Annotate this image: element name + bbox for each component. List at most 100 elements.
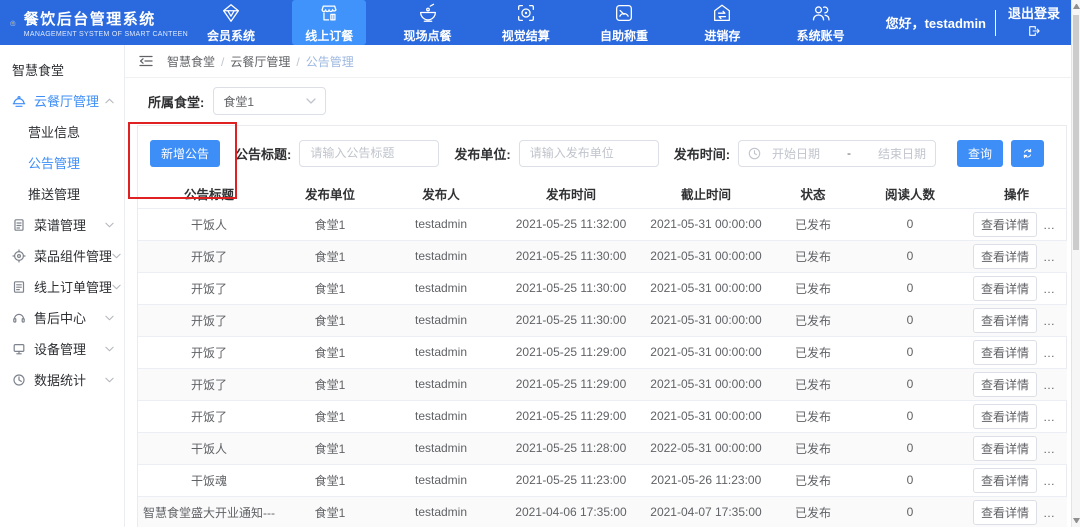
cell-status: 已发布 [772, 208, 854, 240]
chevron-down-icon [112, 253, 121, 259]
column-header-4: 截止时间 [640, 180, 772, 208]
cell-title: 干饭人 [138, 208, 280, 240]
sidebar-item-smart-canteen[interactable]: 智慧食堂 [0, 54, 124, 85]
cell-publisher: testadmin [380, 368, 502, 400]
cell-read-count: 0 [854, 368, 966, 400]
cell-publisher: testadmin [380, 208, 502, 240]
cell-title: 开饭了 [138, 400, 280, 432]
cell-deadline: 2021-05-31 00:00:00 [640, 336, 772, 368]
sidebar-item-device[interactable]: 设备管理 [0, 333, 124, 364]
cell-actions: 查看详情关闭 [966, 336, 1067, 368]
breadcrumb-item-1[interactable]: 云餐厅管理 [230, 55, 290, 69]
nav-item-label: 现场点餐 [404, 27, 452, 44]
users-icon [810, 2, 832, 24]
sidebar-item-business-info[interactable]: 营业信息 [0, 116, 124, 147]
canteen-select[interactable]: 食堂1 [213, 87, 326, 115]
unit-filter-input[interactable] [519, 140, 659, 167]
aftersales-icon [12, 311, 26, 325]
cell-title: 干饭魂 [138, 464, 280, 496]
logout-label: 退出登录 [1008, 6, 1060, 21]
view-detail-button[interactable]: 查看详情 [973, 212, 1037, 237]
nav-item-vision-checkout[interactable]: 视觉结算 [489, 0, 563, 45]
cell-unit: 食堂1 [280, 464, 380, 496]
refresh-button[interactable] [1011, 140, 1044, 167]
cell-actions: 查看详情关闭 [966, 464, 1067, 496]
cell-title: 开饭了 [138, 304, 280, 336]
sidebar-item-push[interactable]: 推送管理 [0, 178, 124, 209]
table-row: 开饭了食堂1testadmin2021-05-25 11:30:002021-0… [138, 272, 1067, 304]
view-detail-button[interactable]: 查看详情 [973, 500, 1037, 525]
cell-read-count: 0 [854, 272, 966, 304]
table-row: 开饭了食堂1testadmin2021-05-25 11:29:002021-0… [138, 368, 1067, 400]
nav-item-label: 视觉结算 [502, 27, 550, 44]
header-divider [995, 10, 996, 36]
chevron-up-icon [105, 98, 114, 104]
view-detail-button[interactable]: 查看详情 [973, 308, 1037, 333]
doc-icon [12, 218, 26, 232]
view-detail-button[interactable]: 查看详情 [973, 372, 1037, 397]
sidebar-item-label: 菜谱管理 [34, 215, 86, 234]
nav-item-membership[interactable]: 会员系统 [194, 0, 268, 45]
unit-filter-label: 发布单位: [454, 144, 510, 163]
cell-status: 已发布 [772, 272, 854, 304]
cell-deadline: 2021-05-31 00:00:00 [640, 272, 772, 304]
nav-item-inventory[interactable]: 进销存 [685, 0, 759, 45]
table-row: 开饭了食堂1testadmin2021-05-25 11:30:002021-0… [138, 304, 1067, 336]
collapse-sidebar-icon[interactable] [138, 53, 154, 69]
sidebar-item-label: 设备管理 [34, 339, 86, 358]
user-greeting: 您好，testadmin [886, 13, 986, 32]
cell-status: 已发布 [772, 432, 854, 464]
toolbar: 新增公告 公告标题: 发布单位: 发布时间: 开始日期 - 结束日期 查询 [138, 126, 1066, 180]
table-row: 开饭了食堂1testadmin2021-05-25 11:29:002021-0… [138, 400, 1067, 432]
cell-read-count: 0 [854, 496, 966, 527]
component-icon [12, 249, 26, 263]
view-detail-button[interactable]: 查看详情 [973, 404, 1037, 429]
sidebar-item-cloud-restaurant[interactable]: 云餐厅管理 [0, 85, 124, 116]
cell-publisher: testadmin [380, 272, 502, 304]
date-range-picker[interactable]: 开始日期 - 结束日期 [738, 140, 936, 167]
sidebar-item-label: 智慧食堂 [12, 60, 64, 79]
breadcrumb-item-2[interactable]: 公告管理 [306, 55, 354, 69]
scrollbar-down-arrow[interactable] [1073, 518, 1080, 523]
scrollbar-up-arrow[interactable] [1073, 4, 1080, 9]
canteen-filter-row: 所属食堂: 食堂1 [125, 78, 1071, 124]
view-detail-button[interactable]: 查看详情 [973, 244, 1037, 269]
cell-unit: 食堂1 [280, 336, 380, 368]
app-subtitle: MANAGEMENT SYSTEM OF SMART CANTEEN [24, 31, 188, 38]
breadcrumb-separator: / [296, 55, 299, 69]
nav-item-onsite-order[interactable]: 现场点餐 [391, 0, 465, 45]
sidebar-item-label: 线上订单管理 [34, 277, 112, 296]
logout-button[interactable]: 退出登录 [1005, 5, 1063, 40]
cell-publish-time: 2021-05-25 11:23:00 [502, 464, 640, 496]
sidebar-item-menu[interactable]: 菜谱管理 [0, 209, 124, 240]
cell-title: 开饭了 [138, 336, 280, 368]
order-list-icon [12, 280, 26, 294]
view-detail-button[interactable]: 查看详情 [973, 276, 1037, 301]
search-button[interactable]: 查询 [957, 140, 1003, 167]
breadcrumb-item-0[interactable]: 智慧食堂 [167, 55, 215, 69]
title-filter-input[interactable] [299, 140, 439, 167]
view-detail-button[interactable]: 查看详情 [973, 340, 1037, 365]
nav-item-online-order[interactable]: 线上订餐 [292, 0, 366, 45]
sidebar-item-statistics[interactable]: 数据统计 [0, 364, 124, 395]
cell-deadline: 2021-05-31 00:00:00 [640, 240, 772, 272]
add-announcement-button[interactable]: 新增公告 [150, 140, 220, 167]
sidebar-item-online-orders[interactable]: 线上订单管理 [0, 271, 124, 302]
nav-item-label: 进销存 [704, 27, 740, 44]
page-scrollbar[interactable] [1071, 0, 1080, 527]
chevron-down-icon [105, 315, 114, 321]
view-detail-button[interactable]: 查看详情 [973, 436, 1037, 461]
sidebar-item-announcement[interactable]: 公告管理 [0, 147, 124, 178]
clock-icon [748, 147, 761, 160]
cell-status: 已发布 [772, 464, 854, 496]
nav-item-self-weighing[interactable]: 自助称重 [587, 0, 661, 45]
sidebar: 智慧食堂云餐厅管理营业信息公告管理推送管理菜谱管理菜品组件管理线上订单管理售后中… [0, 45, 125, 527]
nav-item-system-account[interactable]: 系统账号 [784, 0, 858, 45]
view-detail-button[interactable]: 查看详情 [973, 468, 1037, 493]
cell-actions: 查看详情关闭 [966, 272, 1067, 304]
sidebar-item-aftersales[interactable]: 售后中心 [0, 302, 124, 333]
scrollbar-thumb[interactable] [1073, 15, 1079, 250]
sidebar-item-dish-component[interactable]: 菜品组件管理 [0, 240, 124, 271]
cell-read-count: 0 [854, 400, 966, 432]
cell-publisher: testadmin [380, 432, 502, 464]
